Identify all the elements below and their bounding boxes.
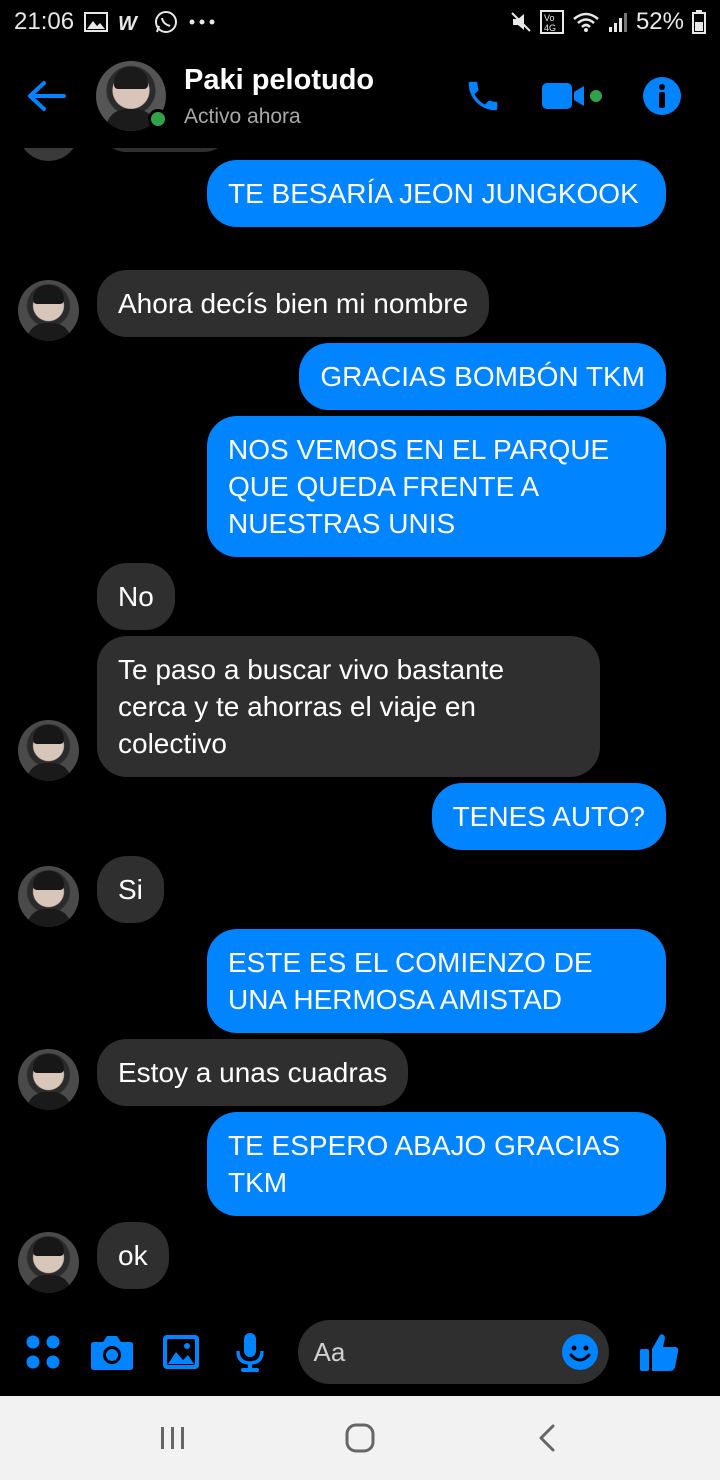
voice-call-button[interactable]	[464, 77, 502, 115]
message-bubble-incoming[interactable]: Ahora decís bien mi nombre	[97, 270, 490, 337]
message-bubble-incoming[interactable]: Te paso a buscar vivo bastante cerca y t…	[97, 636, 600, 777]
message-bubble-incoming[interactable]: Si	[97, 856, 164, 923]
thumbs-up-icon	[639, 1334, 678, 1371]
conversation-header: Paki pelotudo Activo ahora	[0, 44, 720, 148]
camera-icon	[91, 1336, 134, 1370]
svg-text:W: W	[118, 13, 139, 32]
message-bubble-outgoing[interactable]: TE ESPERO ABAJO GRACIAS TKM	[207, 1112, 666, 1216]
contact-status: Activo ahora	[184, 104, 301, 128]
recent-apps-button[interactable]	[143, 1408, 203, 1468]
phone-icon	[468, 81, 498, 111]
message-composer: Aa	[0, 1308, 720, 1396]
signal-icon	[608, 11, 628, 33]
message-bubble-outgoing[interactable]: TENES AUTO?	[431, 783, 666, 850]
wifi-icon	[572, 11, 600, 33]
home-button[interactable]	[330, 1408, 390, 1468]
arrow-left-icon	[28, 81, 66, 111]
message-bubble-outgoing[interactable]: TE BESARÍA JEON JUNGKOOK	[207, 160, 666, 227]
system-back-button[interactable]	[517, 1408, 577, 1468]
more-actions-button[interactable]	[18, 1326, 69, 1378]
message-bubble-outgoing[interactable]: ESTE ES EL COMIENZO DE UNA HERMOSA AMIST…	[207, 929, 666, 1033]
avatar	[18, 1049, 79, 1110]
contact-avatar[interactable]	[96, 61, 168, 131]
w-app-icon: W	[118, 12, 144, 32]
contact-info[interactable]: Paki pelotudo Activo ahora	[184, 64, 374, 129]
back-button[interactable]	[26, 68, 82, 124]
message-bubble-incoming[interactable]: ok	[97, 1222, 169, 1289]
status-bar: 21:06 W Vo 4G 52%	[0, 0, 720, 44]
video-call-button[interactable]	[540, 79, 604, 113]
message-bubble-incoming[interactable]: No	[97, 563, 175, 630]
message-list[interactable]: TE BESARÍA JEON JUNGKOOK Ahora decís bie…	[0, 148, 720, 1308]
avatar	[18, 720, 79, 781]
volte-icon: Vo 4G	[539, 10, 564, 34]
four-dots-icon	[26, 1335, 60, 1369]
message-input[interactable]: Aa	[297, 1320, 610, 1384]
video-camera-icon	[542, 83, 602, 109]
gallery-button[interactable]	[156, 1326, 207, 1378]
status-time: 21:06	[14, 8, 75, 35]
more-icon	[188, 18, 216, 26]
emoji-icon[interactable]	[561, 1333, 599, 1371]
battery-icon	[692, 10, 706, 34]
home-icon	[345, 1423, 375, 1453]
avatar	[18, 148, 79, 161]
contact-name: Paki pelotudo	[184, 63, 375, 96]
avatar	[18, 280, 79, 341]
voice-message-button[interactable]	[225, 1326, 276, 1378]
info-button[interactable]	[642, 76, 682, 116]
camera-button[interactable]	[87, 1326, 138, 1378]
message-bubble-incoming[interactable]: Estoy a unas cuadras	[97, 1039, 409, 1106]
online-indicator	[148, 109, 168, 129]
chevron-left-icon	[539, 1424, 555, 1452]
whatsapp-icon	[154, 10, 178, 34]
message-bubble-partial	[97, 148, 233, 152]
info-icon	[643, 77, 681, 115]
battery-percent: 52%	[635, 8, 684, 35]
system-navigation-bar	[0, 1396, 720, 1480]
image-icon	[163, 1335, 200, 1369]
mute-icon	[510, 11, 532, 33]
message-bubble-outgoing[interactable]: NOS VEMOS EN EL PARQUE QUE QUEDA FRENTE …	[207, 416, 666, 557]
like-button[interactable]	[633, 1326, 684, 1378]
avatar	[18, 1232, 79, 1293]
message-bubble-outgoing[interactable]: GRACIAS BOMBÓN TKM	[299, 343, 666, 410]
svg-text:Vo: Vo	[544, 13, 555, 23]
message-input-placeholder: Aa	[313, 1336, 346, 1367]
microphone-icon	[236, 1333, 264, 1372]
recents-icon	[161, 1427, 185, 1449]
gallery-icon	[84, 12, 109, 32]
avatar	[18, 866, 79, 927]
svg-text:4G: 4G	[544, 23, 556, 33]
